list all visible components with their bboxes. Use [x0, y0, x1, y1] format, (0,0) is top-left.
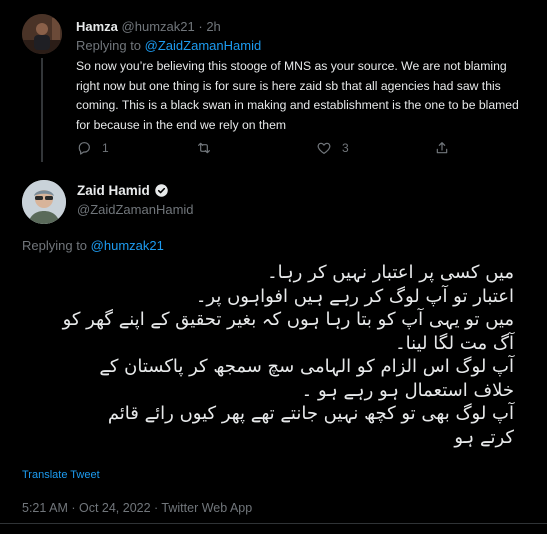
divider: [0, 523, 547, 524]
thread-line: [41, 58, 43, 162]
tweet-line: میں کسی پر اعتبار نہیں کر رہا۔: [267, 262, 514, 283]
avatar-zaid[interactable]: [22, 180, 66, 224]
main-author-handle[interactable]: @ZaidZamanHamid: [77, 202, 194, 217]
tweet-line: آپ لوگ بھی تو کچھ نہیں جانتے تھے پھر کیو…: [107, 403, 514, 424]
retweet-icon: [198, 142, 210, 154]
main-replying-to: Replying to @humzak21: [22, 238, 164, 253]
reply-time[interactable]: 2h: [206, 19, 220, 34]
replying-to-mention[interactable]: @ZaidZamanHamid: [145, 38, 262, 53]
tweet-line: آگ مت لگا لینا۔: [395, 332, 514, 354]
reply-dot-separator: ·: [198, 19, 203, 34]
main-tweet-text: میں کسی پر اعتبار نہیں کر رہا۔ اعتبار تو…: [22, 261, 514, 449]
main-author[interactable]: Zaid Hamid: [77, 183, 169, 198]
reply-author-handle[interactable]: @humzak21: [122, 19, 195, 34]
reply-actions: 1 3: [76, 140, 496, 160]
reply-text: So now you’re believing this stooge of M…: [76, 59, 519, 132]
tweet-line: آپ لوگ اس الزام کو الہامی سچ سمجھ کر پاک…: [99, 356, 514, 377]
reply-tweet[interactable]: Hamza @humzak21 · 2h Replying to @ZaidZa…: [0, 0, 547, 172]
tweet-line: کرتے ہو: [454, 426, 514, 448]
like-count: 3: [342, 141, 349, 155]
main-author-name[interactable]: Zaid Hamid: [77, 183, 150, 198]
tweet-line: خلاف استعمال ہو رہے ہو ۔: [301, 379, 514, 401]
replying-to-label: Replying to: [76, 38, 142, 53]
tweet-line: میں تو یہی آپ کو بتا رہا ہوں کہ بغیر تحق…: [62, 309, 514, 330]
retweet-button[interactable]: [196, 140, 212, 156]
main-replying-to-mention[interactable]: @humzak21: [91, 238, 164, 253]
share-icon: [436, 142, 448, 154]
avatar-zaid-image: [22, 180, 66, 224]
heart-icon: [317, 142, 331, 154]
like-button[interactable]: 3: [316, 140, 349, 156]
reply-author-name[interactable]: Hamza: [76, 19, 118, 34]
verified-badge-icon: [155, 184, 168, 197]
share-button[interactable]: [434, 140, 450, 156]
avatar-hamza-image: [22, 14, 62, 54]
reply-button[interactable]: 1: [76, 140, 109, 156]
avatar-hamza[interactable]: [22, 14, 62, 54]
reply-replying-to: Replying to @ZaidZamanHamid: [76, 38, 261, 53]
tweet-line: اعتبار تو آپ لوگ کر رہے ہیں افواہوں پر۔: [195, 285, 514, 307]
translate-tweet-link[interactable]: Translate Tweet: [22, 469, 100, 481]
main-replying-to-label: Replying to: [22, 238, 88, 253]
main-tweet: Zaid Hamid @ZaidZamanHamid Replying to @…: [0, 172, 547, 534]
reply-header: Hamza @humzak21 · 2h: [76, 19, 221, 34]
reply-count: 1: [102, 141, 109, 155]
reply-icon: [78, 142, 90, 155]
tweet-timestamp[interactable]: 5:21 AM · Oct 24, 2022 · Twitter Web App: [22, 501, 252, 515]
